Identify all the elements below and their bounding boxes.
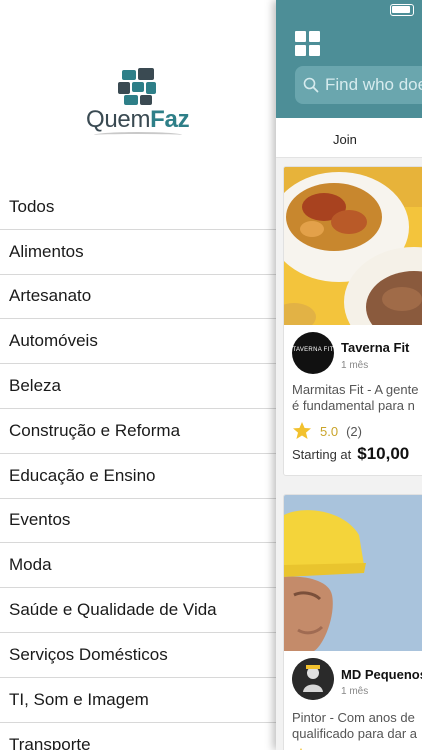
battery-icon bbox=[390, 4, 414, 16]
category-item-alimentos[interactable]: Alimentos bbox=[0, 230, 276, 275]
search-placeholder: Find who does bbox=[325, 75, 422, 94]
tab-bar: Join bbox=[276, 118, 422, 158]
category-item-artesanato[interactable]: Artesanato bbox=[0, 275, 276, 320]
category-list: Todos Alimentos Artesanato Automóveis Be… bbox=[0, 185, 276, 750]
price-value: $10,00 bbox=[357, 444, 410, 463]
business-name[interactable]: Taverna Fit bbox=[341, 340, 409, 355]
rating-count: (2) bbox=[346, 423, 362, 439]
category-item-moda[interactable]: Moda bbox=[0, 543, 276, 589]
category-item-servicos-domesticos[interactable]: Serviços Domésticos bbox=[0, 633, 276, 678]
star-icon bbox=[293, 422, 311, 439]
category-item-educacao[interactable]: Educação e Ensino bbox=[0, 454, 276, 499]
grid-icon[interactable] bbox=[295, 31, 321, 57]
category-item-transporte[interactable]: Transporte bbox=[0, 723, 276, 750]
category-item-beleza[interactable]: Beleza bbox=[0, 364, 276, 409]
business-card[interactable]: TAVERNA FIT Taverna Fit 1 mês Marmitas F… bbox=[283, 166, 422, 476]
posted-time: 1 mês bbox=[341, 686, 369, 697]
tab-join[interactable]: Join bbox=[333, 132, 357, 147]
app-header: Find who does bbox=[276, 0, 422, 118]
logo-swoosh bbox=[94, 132, 182, 138]
business-avatar[interactable] bbox=[292, 658, 334, 700]
business-description: Marmitas Fit - A gente é fundamental par… bbox=[292, 382, 419, 413]
category-item-automoveis[interactable]: Automóveis bbox=[0, 319, 276, 365]
business-description: Pintor - Com anos de qualificado para da… bbox=[292, 710, 418, 741]
avatar-text: TAVERNA FIT bbox=[292, 347, 334, 353]
category-item-todos[interactable]: Todos bbox=[0, 185, 276, 230]
rating-score: 5.0 bbox=[320, 423, 339, 439]
side-drawer: QuemFaz Todos Alimentos Artesanato Autom… bbox=[0, 0, 276, 750]
category-item-saude[interactable]: Saúde e Qualidade de Vida bbox=[0, 588, 276, 633]
search-input[interactable]: Find who does bbox=[295, 66, 422, 104]
price-row: Starting at $10,00 bbox=[292, 444, 409, 464]
main-screen-panel[interactable]: Find who does Join TAVERNA FIT bbox=[276, 0, 422, 750]
logo-icons bbox=[118, 68, 158, 106]
business-avatar[interactable]: TAVERNA FIT bbox=[292, 332, 334, 374]
starting-at-label: Starting at bbox=[292, 447, 352, 462]
logo-text: QuemFaz bbox=[86, 106, 190, 133]
quemfaz-logo: QuemFaz bbox=[86, 68, 196, 138]
business-name[interactable]: MD Pequenos bbox=[341, 667, 422, 682]
category-item-eventos[interactable]: Eventos bbox=[0, 499, 276, 544]
business-card[interactable]: MD Pequenos 1 mês Pintor - Com anos de q… bbox=[283, 494, 422, 750]
rating: 5.0 (2) bbox=[292, 421, 362, 441]
category-item-construcao[interactable]: Construção e Reforma bbox=[0, 409, 276, 454]
search-icon bbox=[303, 77, 319, 93]
worker-photo bbox=[284, 495, 422, 651]
category-item-ti-som-imagem[interactable]: TI, Som e Imagem bbox=[0, 678, 276, 723]
posted-time: 1 mês bbox=[341, 360, 369, 371]
food-photo bbox=[284, 167, 422, 325]
